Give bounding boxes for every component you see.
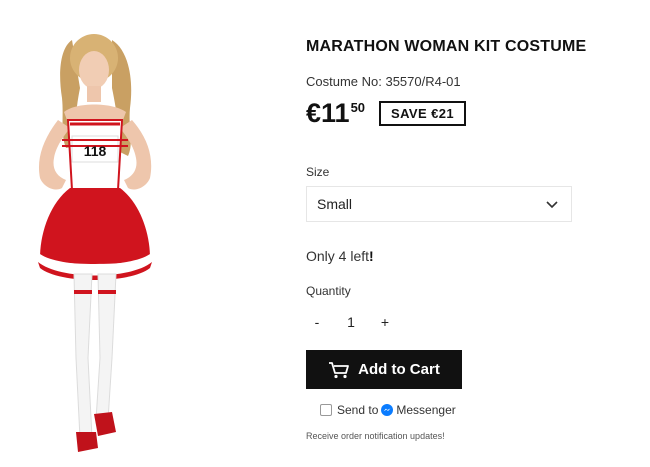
messenger-brand[interactable]: Messenger (396, 403, 455, 417)
notification-text: Receive order notification updates! (306, 431, 445, 441)
chevron-down-icon (546, 201, 558, 209)
price-main: €11 (306, 98, 350, 128)
add-to-cart-button[interactable]: Add to Cart (306, 350, 462, 389)
race-bib-number: 118 (84, 143, 107, 159)
size-select[interactable]: Small (306, 186, 572, 222)
product-sku: Costume No: 35570/R4-01 (306, 74, 461, 89)
quantity-input[interactable]: 1 (328, 305, 374, 339)
messenger-checkbox[interactable] (320, 404, 332, 416)
size-selected-value: Small (317, 196, 353, 212)
costume-photo-icon: 118 (38, 34, 152, 452)
cart-icon (329, 361, 350, 378)
product-image[interactable]: 118 (0, 28, 190, 460)
size-label: Size (306, 165, 330, 179)
product-title: MARATHON WOMAN KIT COSTUME (306, 38, 587, 55)
stock-status-text: Only 4 left (306, 248, 370, 264)
stock-status-exclamation: ! (369, 248, 374, 264)
add-to-cart-label: Add to Cart (358, 361, 440, 378)
messenger-icon (381, 404, 394, 416)
save-badge: SAVE €21 (379, 101, 466, 126)
price-row: €11 50 SAVE €21 (306, 98, 466, 128)
quantity-increase-button[interactable]: + (374, 305, 396, 339)
price-cents: 50 (350, 100, 366, 115)
stock-status: Only 4 left! (306, 248, 374, 264)
quantity-label: Quantity (306, 284, 351, 298)
quantity-stepper: - 1 + (306, 305, 396, 339)
quantity-decrease-button[interactable]: - (306, 305, 328, 339)
send-to-messenger: Send to Messenger (320, 403, 456, 417)
messenger-prefix: Send to (337, 403, 379, 417)
